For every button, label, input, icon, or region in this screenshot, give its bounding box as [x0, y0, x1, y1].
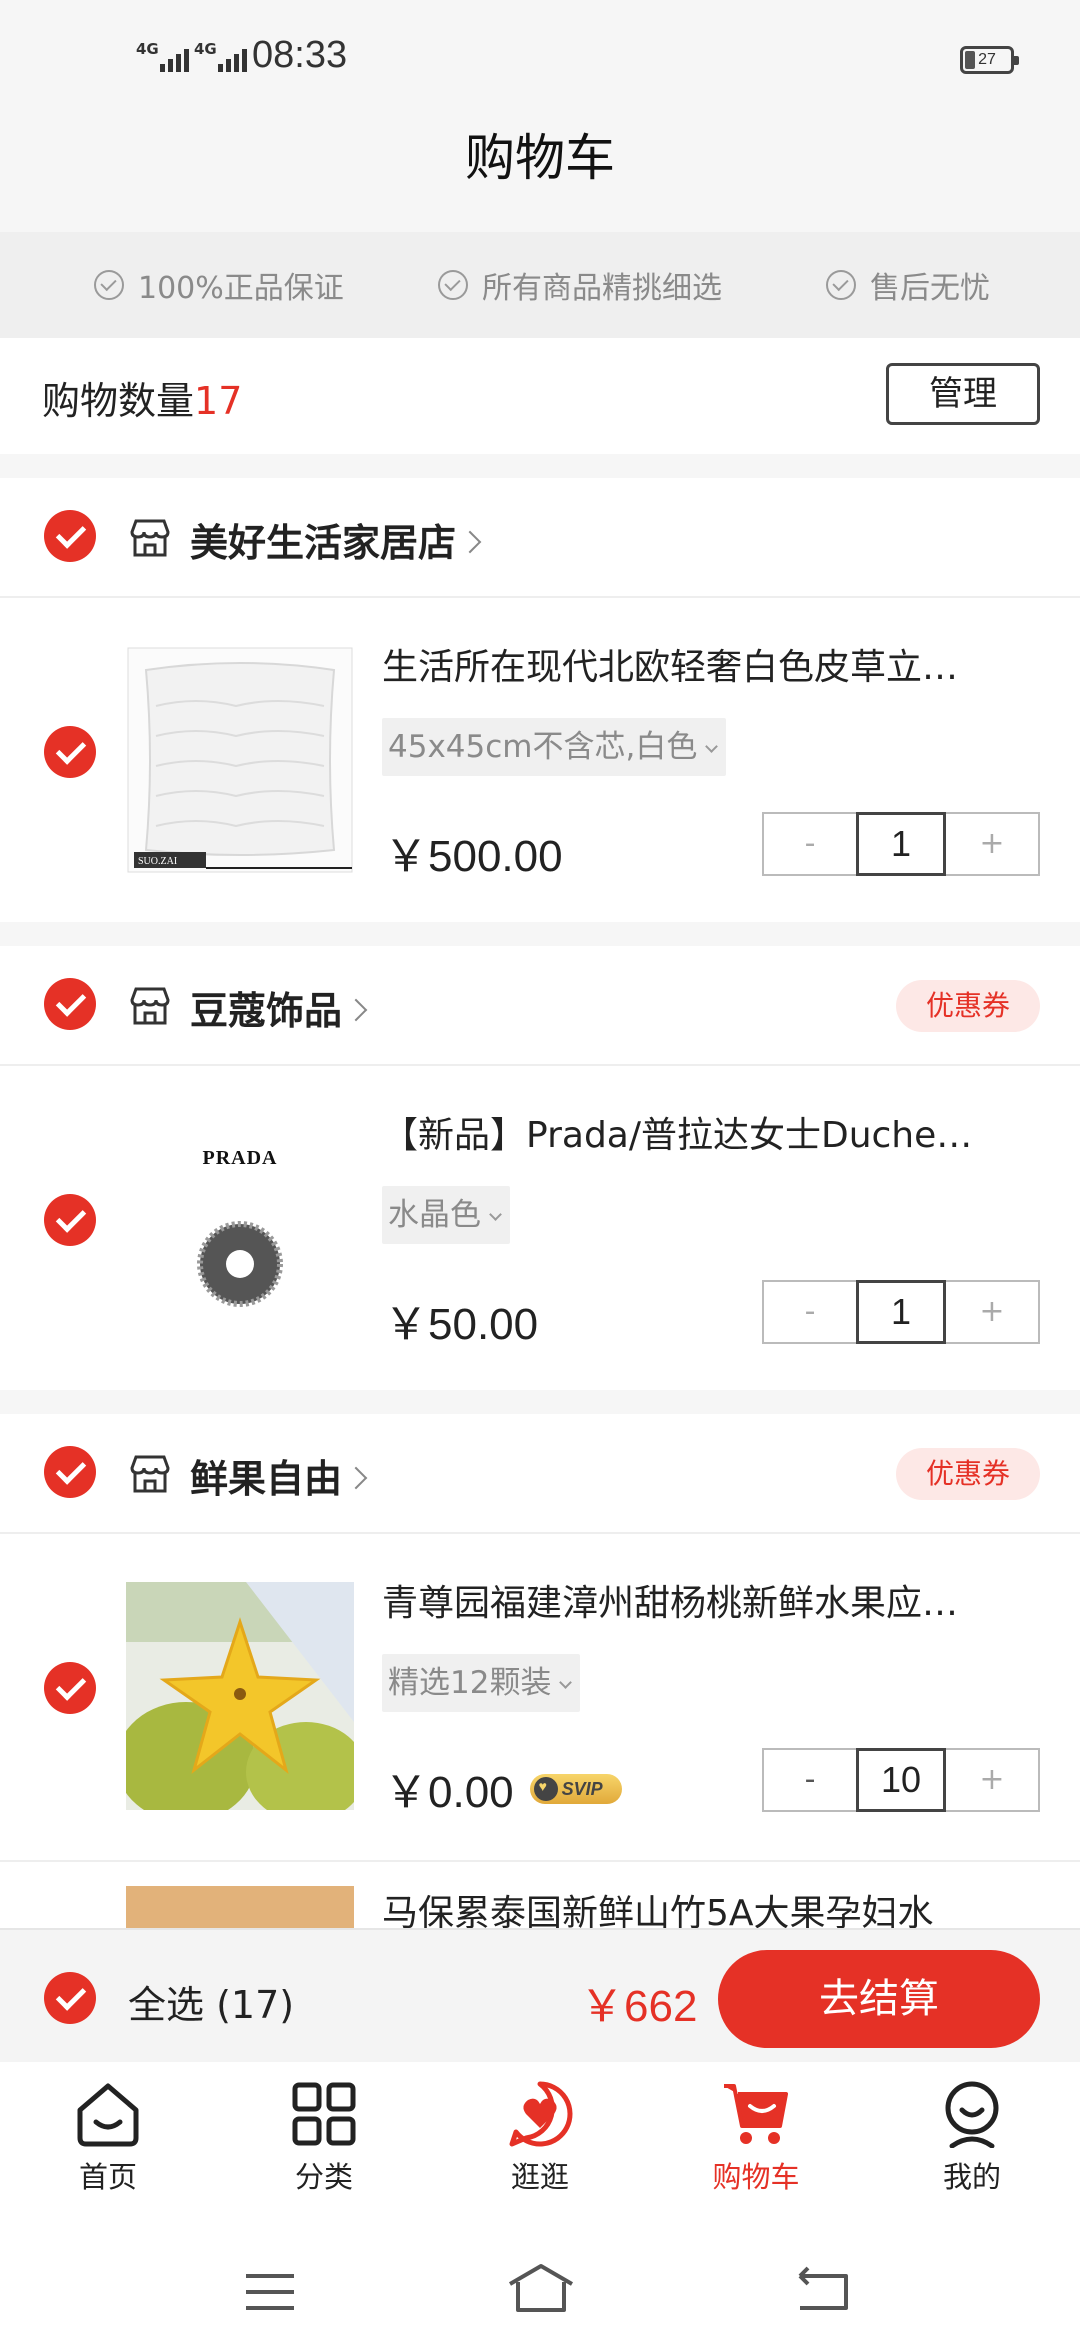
store-name[interactable]: 豆蔻饰品: [190, 980, 368, 1035]
store-select-checkbox[interactable]: [44, 978, 96, 1030]
tab-category[interactable]: 分类: [244, 2080, 404, 2196]
cart-count-bar: 购物数量17 管理: [0, 338, 1080, 454]
quantity-stepper: - 1 +: [762, 1280, 1040, 1344]
decrease-button[interactable]: -: [764, 1750, 856, 1810]
category-icon: [292, 2082, 356, 2146]
product-title[interactable]: 马保累泰国新鲜山竹5A大果孕妇水: [382, 1884, 1022, 1928]
quantity-stepper: - 1 +: [762, 812, 1040, 876]
product-price: ￥50.00: [384, 1300, 539, 1349]
bottom-tab-bar: 首页 分类 逛逛 购物车 我的: [0, 2062, 1080, 2232]
guarantee-item: 售后无忧: [826, 232, 990, 338]
product-price: ￥500.00: [384, 832, 563, 881]
clock: 08:33: [252, 34, 348, 76]
signal-icon: [218, 44, 247, 72]
cart-item: 青尊园福建漳州甜杨桃新鲜水果应… 精选12颗装 ￥0.00SVIP - 10 +: [0, 1534, 1080, 1862]
chevron-right-icon: [458, 530, 482, 553]
system-nav-bar: [0, 2232, 1080, 2340]
svip-badge: SVIP: [529, 1774, 622, 1805]
item-select-checkbox[interactable]: [44, 1662, 96, 1714]
product-price: ￥0.00SVIP: [384, 1756, 622, 1820]
coupon-button[interactable]: 优惠券: [896, 1448, 1040, 1500]
select-all-label[interactable]: 全选 (17): [128, 1974, 294, 2029]
chevron-down-icon: [559, 1676, 573, 1689]
store-header: 豆蔻饰品 优惠券: [0, 946, 1080, 1066]
increase-button[interactable]: +: [946, 1750, 1038, 1810]
network-label-1: 4G: [136, 40, 159, 58]
tab-browse[interactable]: 逛逛: [460, 2080, 620, 2196]
tab-home[interactable]: 首页: [28, 2080, 188, 2196]
coupon-button[interactable]: 优惠券: [896, 980, 1040, 1032]
check-circle-icon: [94, 270, 124, 300]
decrease-button[interactable]: -: [764, 1282, 856, 1342]
store-section: 美好生活家居店 SUO.ZAI 生活所在现代北欧轻奢白色皮草立… 45x45cm: [0, 478, 1080, 922]
manage-button[interactable]: 管理: [886, 363, 1040, 425]
store-section: 鲜果自由 优惠券 青尊园福建漳州甜杨桃新鲜水果应… 精选12颗装 ￥0.00SV…: [0, 1414, 1080, 1928]
store-header: 美好生活家居店: [0, 478, 1080, 598]
profile-icon: [945, 2081, 999, 2148]
svg-text:PRADA: PRADA: [203, 1147, 278, 1169]
check-circle-icon: [826, 270, 856, 300]
cart-count: 购物数量17: [42, 379, 243, 423]
product-image[interactable]: PRADA: [126, 1114, 354, 1342]
home-icon: [77, 2083, 139, 2147]
store-icon: [130, 987, 170, 1025]
chevron-right-icon: [344, 998, 368, 1021]
store-header: 鲜果自由 优惠券: [0, 1414, 1080, 1534]
increase-button[interactable]: +: [946, 814, 1038, 874]
total-price: ￥662: [580, 1982, 698, 2031]
browse-heart-icon: [509, 2081, 573, 2147]
tab-profile[interactable]: 我的: [892, 2080, 1052, 2196]
item-select-checkbox[interactable]: [44, 1194, 96, 1246]
svg-text:SUO.ZAI: SUO.ZAI: [138, 856, 177, 867]
chevron-down-icon: [489, 1208, 502, 1221]
checkout-button[interactable]: 去结算: [718, 1950, 1040, 2048]
store-section: 豆蔻饰品 优惠券 PRADA 【新品】Prada/普拉达女士Duche… 水晶色…: [0, 946, 1080, 1390]
menu-icon[interactable]: [244, 2272, 296, 2312]
store-select-checkbox[interactable]: [44, 1446, 96, 1498]
cart-item-partial: 马保累泰国新鲜山竹5A大果孕妇水: [0, 1862, 1080, 1928]
product-image[interactable]: [126, 1886, 354, 1928]
home-nav-icon[interactable]: [506, 2262, 576, 2314]
chevron-right-icon: [344, 1466, 368, 1489]
tab-cart[interactable]: 购物车: [676, 2080, 836, 2196]
cart-icon: [724, 2084, 788, 2144]
decrease-button[interactable]: -: [764, 814, 856, 874]
battery-level: 27: [978, 51, 996, 68]
quantity-input[interactable]: 1: [856, 1280, 946, 1344]
cart-item: PRADA 【新品】Prada/普拉达女士Duche… 水晶色 ￥50.00 -…: [0, 1066, 1080, 1390]
back-icon[interactable]: [796, 2266, 852, 2312]
signal-icon: [160, 44, 189, 72]
product-image[interactable]: [126, 1582, 354, 1810]
spec-selector[interactable]: 45x45cm不含芯,白色: [382, 718, 727, 776]
network-label-2: 4G: [194, 40, 217, 58]
guarantee-item: 100%正品保证: [94, 232, 344, 338]
check-circle-icon: [438, 270, 468, 300]
cart-count-value: 17: [194, 379, 243, 423]
store-select-checkbox[interactable]: [44, 510, 96, 562]
spec-selector[interactable]: 精选12颗装: [382, 1654, 581, 1712]
spec-selector[interactable]: 水晶色: [382, 1186, 510, 1244]
product-title[interactable]: 【新品】Prada/普拉达女士Duche…: [382, 1106, 1022, 1158]
page-title: 购物车: [465, 129, 615, 187]
store-icon: [130, 1455, 170, 1493]
store-name[interactable]: 美好生活家居店: [190, 512, 482, 567]
battery-icon: 27: [960, 46, 1019, 74]
guarantee-item: 所有商品精挑细选: [438, 232, 722, 338]
quantity-input[interactable]: 10: [856, 1748, 946, 1812]
guarantee-strip: 100%正品保证 所有商品精挑细选 售后无忧: [0, 232, 1080, 338]
item-select-checkbox[interactable]: [44, 726, 96, 778]
store-name[interactable]: 鲜果自由: [190, 1448, 368, 1503]
product-title[interactable]: 生活所在现代北欧轻奢白色皮草立…: [382, 638, 1022, 690]
checkout-bar: 全选 (17) ￥662 去结算: [0, 1928, 1080, 2064]
product-image[interactable]: SUO.ZAI: [126, 646, 354, 874]
product-title[interactable]: 青尊园福建漳州甜杨桃新鲜水果应…: [382, 1574, 1022, 1626]
chevron-down-icon: [705, 740, 719, 753]
cart-item: SUO.ZAI 生活所在现代北欧轻奢白色皮草立… 45x45cm不含芯,白色 ￥…: [0, 598, 1080, 922]
quantity-input[interactable]: 1: [856, 812, 946, 876]
increase-button[interactable]: +: [946, 1282, 1038, 1342]
status-bar: 4G 4G 08:33 27: [0, 0, 1080, 110]
select-all-checkbox[interactable]: [44, 1972, 96, 2024]
quantity-stepper: - 10 +: [762, 1748, 1040, 1812]
store-icon: [130, 519, 170, 557]
